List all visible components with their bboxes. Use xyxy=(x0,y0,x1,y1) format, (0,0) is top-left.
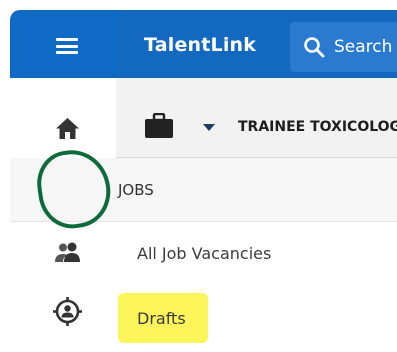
brand-logo[interactable]: TalentLink xyxy=(144,34,256,56)
hamburger-icon[interactable] xyxy=(56,38,78,54)
people-icon[interactable] xyxy=(53,241,82,263)
target-person-icon[interactable] xyxy=(52,296,83,327)
menu-item-all-job-vacancies[interactable]: All Job Vacancies xyxy=(137,244,271,263)
section-label: JOBS xyxy=(118,181,154,199)
briefcase-icon xyxy=(145,113,173,138)
menu-item-drafts[interactable]: Drafts xyxy=(137,309,186,328)
caret-down-icon[interactable] xyxy=(203,124,215,131)
search-placeholder: Search xyxy=(334,37,393,57)
job-title[interactable]: TRAINEE TOXICOLOGIST xyxy=(238,119,397,135)
search-input[interactable]: Search xyxy=(290,22,397,72)
home-icon[interactable] xyxy=(55,117,80,140)
search-icon xyxy=(304,37,325,58)
